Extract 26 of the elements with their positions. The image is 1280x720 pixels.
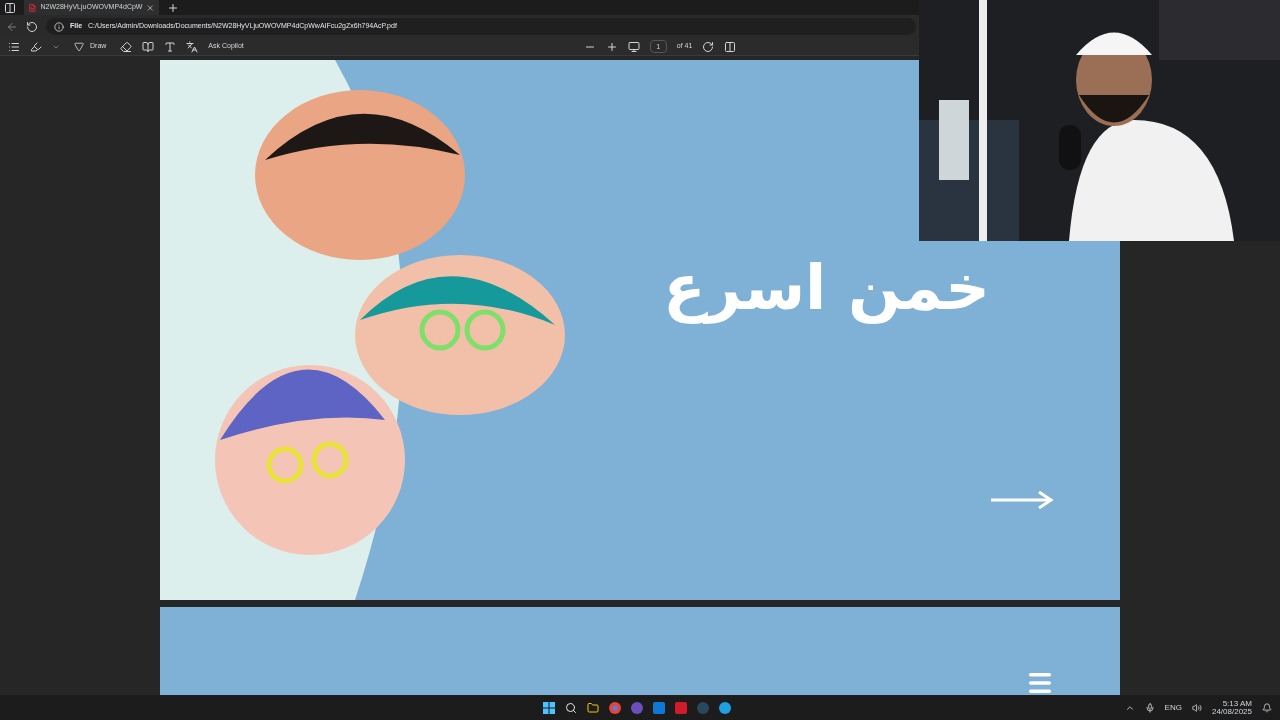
- contents-icon[interactable]: [8, 40, 20, 53]
- translate-icon[interactable]: [186, 40, 199, 53]
- eraser-icon[interactable]: [120, 40, 133, 53]
- slide-title: خمن اسرع: [663, 250, 990, 326]
- rotate-icon[interactable]: [702, 40, 715, 53]
- page-view-icon[interactable]: [724, 40, 737, 53]
- mic-icon[interactable]: [1144, 702, 1155, 713]
- text-icon[interactable]: [164, 40, 177, 53]
- pdf-icon: [28, 2, 37, 13]
- volume-icon[interactable]: [1191, 702, 1202, 713]
- close-icon[interactable]: [146, 2, 155, 13]
- clock-time[interactable]: 5:13 AM: [1222, 699, 1252, 708]
- clock-date[interactable]: 24/08/2025: [1211, 707, 1252, 716]
- refresh-icon[interactable]: [26, 20, 38, 33]
- info-icon: [54, 21, 64, 32]
- arrow-icon: [989, 490, 1055, 511]
- folder-icon[interactable]: [587, 701, 599, 714]
- tab-actions-icon[interactable]: [4, 1, 16, 14]
- highlight-icon[interactable]: [30, 40, 42, 53]
- zoom-in-icon[interactable]: [605, 40, 618, 53]
- search-icon[interactable]: [565, 701, 577, 714]
- notification-icon[interactable]: [1262, 702, 1272, 713]
- language-indicator[interactable]: ENG: [1164, 701, 1182, 714]
- read-icon[interactable]: [142, 40, 155, 53]
- start-icon[interactable]: [543, 701, 555, 714]
- new-tab-icon[interactable]: [167, 1, 179, 14]
